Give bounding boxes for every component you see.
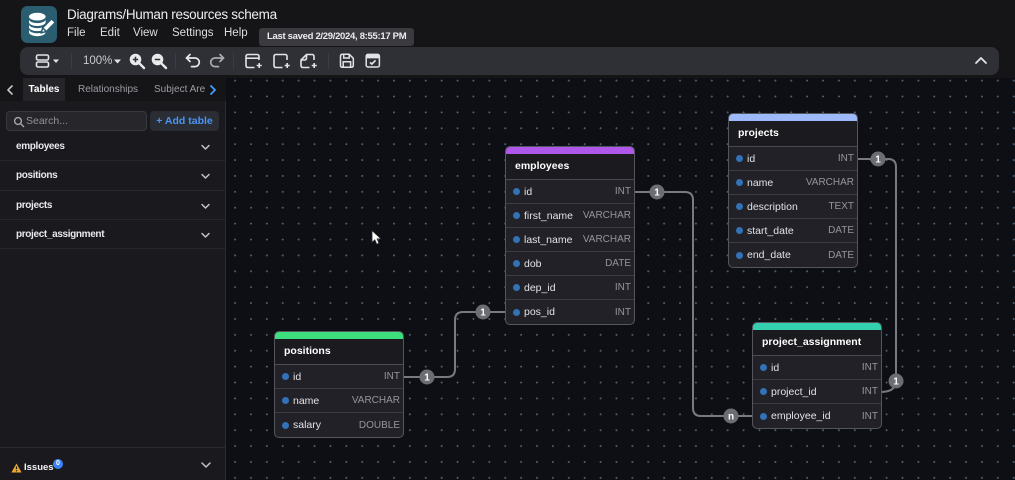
- svg-text:1: 1: [893, 377, 899, 388]
- svg-text:1: 1: [424, 373, 430, 384]
- svg-text:1: 1: [654, 188, 660, 199]
- svg-text:1: 1: [480, 308, 486, 319]
- svg-text:n: n: [728, 412, 734, 423]
- svg-text:1: 1: [875, 155, 881, 166]
